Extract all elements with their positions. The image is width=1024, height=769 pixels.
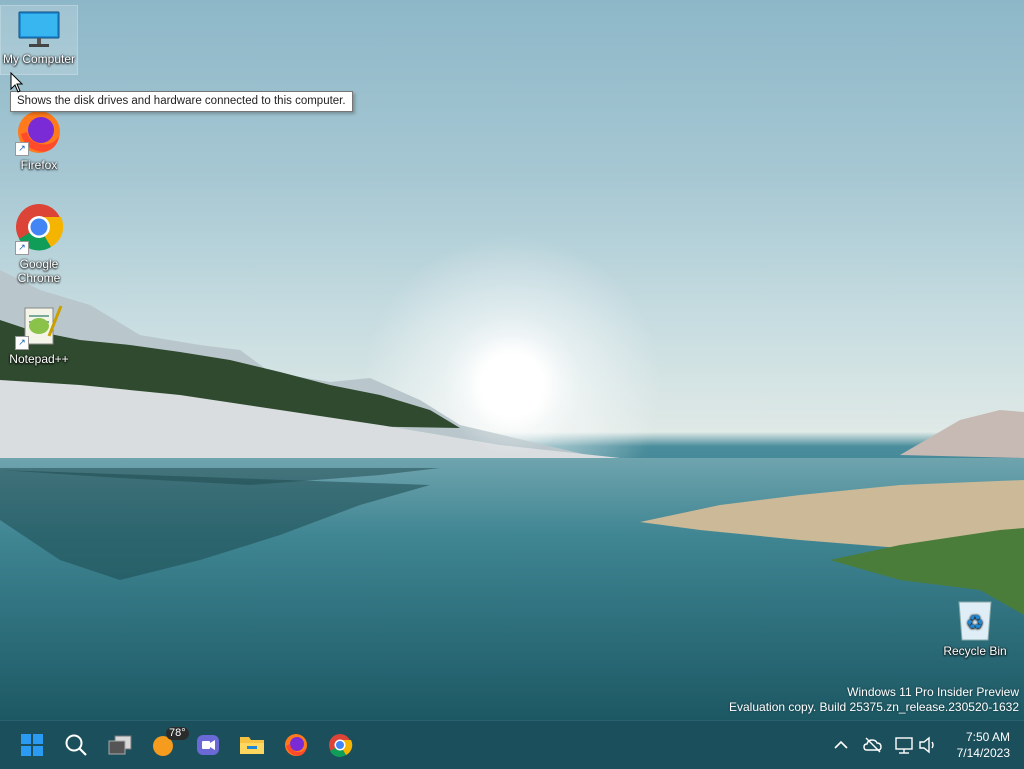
desktop-icon-chrome[interactable]: ↗ Google Chrome (1, 203, 77, 285)
watermark-line-2: Evaluation copy. Build 25375.zn_release.… (729, 700, 1019, 714)
shortcut-arrow-icon: ↗ (15, 336, 29, 350)
desktop-icon-my-computer[interactable]: My Computer (0, 5, 78, 75)
svg-text:♻: ♻ (966, 610, 984, 634)
evaluation-watermark: Windows 11 Pro Insider Preview Evaluatio… (729, 685, 1019, 715)
file-explorer-icon (240, 737, 264, 754)
show-hidden-icons-button[interactable] (830, 725, 852, 765)
task-view-button[interactable] (100, 725, 140, 765)
task-view-icon (108, 735, 132, 755)
chat-icon (197, 735, 219, 755)
network-icon (895, 737, 913, 754)
start-button[interactable] (12, 725, 52, 765)
taskbar-firefox-button[interactable] (276, 725, 316, 765)
desktop-icon-label: Google Chrome (17, 257, 61, 285)
volume-icon (919, 736, 934, 754)
chat-button[interactable] (188, 725, 228, 765)
clock-time: 7:50 AM (965, 730, 1010, 744)
mouse-cursor-icon (10, 72, 24, 93)
desktop-icon-label: Firefox (20, 158, 58, 172)
shortcut-arrow-icon: ↗ (15, 241, 29, 255)
recycle-bin-icon: ♻ (958, 601, 992, 641)
chrome-icon (329, 734, 353, 757)
taskbar: 78° 7:50 AM 7/14/2023 (0, 720, 1024, 769)
shortcut-arrow-icon: ↗ (15, 142, 29, 156)
desktop-icon-label: Notepad++ (9, 352, 69, 366)
desktop-icon-label: My Computer (2, 52, 76, 66)
taskbar-chrome-button[interactable] (320, 725, 360, 765)
clock-date: 7/14/2023 (956, 746, 1010, 760)
watermark-line-1: Windows 11 Pro Insider Preview (847, 685, 1019, 699)
search-button[interactable] (56, 725, 96, 765)
start-icon (21, 734, 43, 756)
onedrive-button[interactable] (860, 725, 886, 765)
file-explorer-button[interactable] (232, 725, 272, 765)
network-button[interactable] (893, 725, 915, 765)
desktop-icon-firefox[interactable]: ↗ Firefox (1, 110, 77, 172)
tooltip: Shows the disk drives and hardware conne… (10, 91, 353, 112)
desktop-icon-label: Recycle Bin (943, 644, 1007, 658)
weather-temp: 78° (166, 727, 189, 740)
search-icon (65, 734, 87, 756)
weather-widget-button[interactable]: 78° (144, 725, 189, 765)
monitor-icon (18, 11, 60, 47)
desktop-icon-recycle-bin[interactable]: ♻ Recycle Bin (937, 598, 1013, 658)
volume-button[interactable] (917, 725, 939, 765)
chevron-up-icon (834, 740, 848, 749)
desktop-icon-notepadpp[interactable]: ↗ Notepad++ (1, 302, 77, 366)
taskbar-clock[interactable]: 7:50 AM 7/14/2023 (957, 729, 1010, 761)
onedrive-offline-icon (863, 737, 882, 753)
firefox-icon (285, 734, 307, 756)
